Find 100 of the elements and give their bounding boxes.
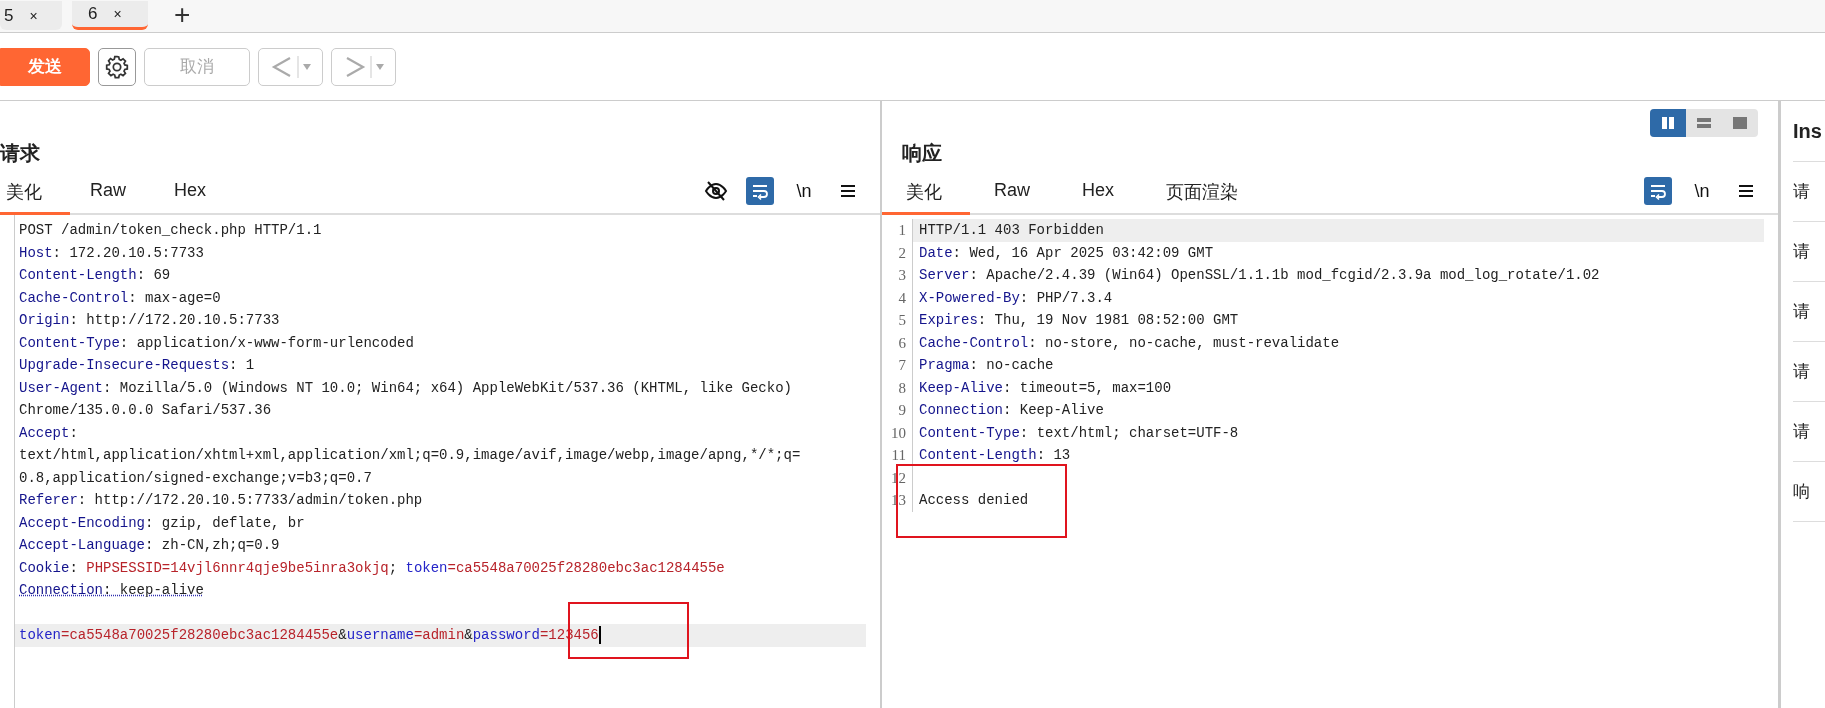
code-text: : Apache/2.4.39 (Win64) OpenSSL/1.1.1b mod_fcgid/2.3.9a mod_log_rotate/1.02	[969, 267, 1600, 283]
header-name: User-Agent	[19, 379, 103, 396]
code-text: : application/x-www-form-urlencoded	[119, 334, 414, 351]
inspector-section[interactable]: 请	[1793, 342, 1825, 402]
settings-icon	[104, 53, 130, 80]
header-name: Host	[19, 244, 53, 261]
eye-slash-icon	[704, 179, 728, 203]
header-name: Referer	[19, 492, 78, 508]
header-name: Content-Length	[919, 447, 1037, 463]
param-value: =ca5548a70025f28280ebc3ac1284455e	[447, 559, 725, 576]
code-text: : 13	[1036, 447, 1071, 463]
line-number: 10	[882, 421, 913, 444]
inspector-section[interactable]: 请	[1793, 402, 1825, 462]
header-name: Content-Length	[19, 267, 137, 283]
header-name: Cache-Control	[919, 334, 1029, 351]
view-tab[interactable]: Raw	[84, 180, 154, 215]
line-number: 8	[882, 376, 913, 399]
newline-button[interactable]: \n	[790, 177, 818, 205]
wrap-button[interactable]	[746, 177, 774, 205]
header-name: Content-Type	[19, 334, 120, 351]
code-text: HTTP/1.1 403 Forbidden	[919, 222, 1104, 238]
rows-icon	[1696, 116, 1712, 130]
header-name: Server	[919, 267, 970, 283]
param-name: token	[405, 559, 448, 576]
code-text: : 69	[136, 267, 171, 283]
code-text: : Wed, 16 Apr 2025 03:42:09 GMT	[952, 244, 1214, 261]
header-name: Upgrade-Insecure-Requests	[19, 357, 230, 373]
code-text: : zh-CN,zh;q=0.9	[145, 537, 280, 553]
inspector-section[interactable]: 响	[1793, 462, 1825, 522]
columns-icon	[1660, 116, 1676, 130]
code-text: : http://172.20.10.5:7733/admin/token.php	[77, 492, 423, 508]
menu-icon	[1737, 182, 1755, 200]
square-icon	[1732, 116, 1748, 130]
code-text: 0.8,application/signed-exchange;v=b3;q=0.7	[19, 469, 372, 486]
header-name: Connection	[919, 402, 1003, 418]
code-text: &	[338, 627, 347, 643]
view-tab[interactable]: 页面渲染	[1142, 180, 1267, 215]
add-tab-button[interactable]: +	[174, 0, 191, 30]
menu-icon	[839, 182, 857, 200]
header-name: Connection	[19, 582, 103, 598]
code-text: POST /admin/token_check.php HTTP/1.1	[19, 222, 322, 238]
close-icon[interactable]: ×	[29, 7, 38, 24]
view-tab[interactable]: Hex	[168, 180, 235, 215]
code-text: : 172.20.10.5:7733	[52, 244, 204, 261]
code-text: : 1	[229, 357, 255, 373]
header-name: Accept-Encoding	[19, 514, 146, 531]
settings-button[interactable]	[98, 47, 136, 86]
pane-title: 响应	[901, 141, 942, 166]
code-text: : keep-alive	[103, 582, 204, 598]
view-tab[interactable]: Raw	[970, 180, 1058, 215]
wrap-button[interactable]	[1644, 177, 1672, 205]
header-name: Accept	[19, 424, 70, 441]
code-text: :	[69, 424, 78, 441]
line-number: 2	[882, 241, 913, 264]
newline-button[interactable]: \n	[1688, 177, 1716, 205]
inspector-section[interactable]: 请	[1793, 222, 1825, 282]
code-text: &	[464, 627, 473, 643]
code-text: : Mozilla/5.0 (Windows NT 10.0; Win64; x64) AppleWebKit/537.36 (KHTML, like Gecko)	[103, 379, 792, 396]
code-text: : Thu, 19 Nov 1981 08:52:00 GMT	[977, 312, 1239, 328]
close-icon[interactable]: ×	[113, 6, 122, 22]
line-number: 7	[882, 354, 913, 377]
code-text: : no-cache	[969, 357, 1054, 373]
header-name: Date	[919, 244, 953, 261]
line-number: 9	[882, 399, 913, 422]
inspector-section[interactable]: 请	[1793, 162, 1825, 222]
header-name: Expires	[919, 312, 978, 328]
param-value: PHPSESSID=14vjl6nnr4qje9be5inra3okjq	[86, 559, 389, 576]
line-number: 5	[882, 309, 913, 332]
code-text: : PHP/7.3.4	[1019, 289, 1113, 306]
header-name: X-Powered-By	[919, 289, 1020, 306]
code-text: :	[69, 559, 79, 576]
code-text: ;	[388, 559, 399, 576]
inspector-section[interactable]: 请	[1793, 282, 1825, 342]
param-value: =ca5548a70025f28280ebc3ac1284455e	[61, 627, 339, 643]
header-name: Cache-Control	[19, 289, 129, 306]
line-number: 11	[882, 444, 913, 467]
code-text: : timeout=5, max=100	[1003, 379, 1172, 396]
code-text: : no-store, no-cache, must-revalidate	[1028, 334, 1340, 351]
layout-button[interactable]	[1650, 109, 1686, 137]
line-number: 3	[882, 264, 913, 287]
header-name: Content-Type	[919, 424, 1020, 441]
code-text: Chrome/135.0.0.0 Safari/537.36	[19, 402, 272, 418]
code-text: : gzip, deflate, br	[145, 514, 305, 531]
code-text: : max-age=0	[128, 289, 221, 306]
param-name: password	[472, 627, 540, 643]
line-number: 4	[882, 286, 913, 309]
code-text: : text/html; charset=UTF-8	[1019, 424, 1239, 441]
page-tab[interactable]: 6 ×	[72, 1, 148, 30]
code-text: text/html,application/xhtml+xml,application/xml;q=0.9,image/avif,image/webp,image/apng,*/*;q=	[19, 447, 801, 463]
line-number: 6	[882, 331, 913, 354]
param-name: username	[346, 627, 414, 643]
header-name: Pragma	[919, 357, 970, 373]
inspector-title: Ins	[1793, 101, 1825, 162]
view-tab[interactable]: Hex	[1058, 180, 1143, 215]
page-tab[interactable]: 5 ×	[0, 1, 62, 30]
view-tab[interactable]: 美化	[0, 180, 70, 215]
header-name: Cookie	[19, 559, 70, 576]
view-tab[interactable]: 美化	[882, 180, 970, 215]
param-name: token	[19, 627, 61, 643]
header-name: Keep-Alive	[919, 379, 1003, 396]
